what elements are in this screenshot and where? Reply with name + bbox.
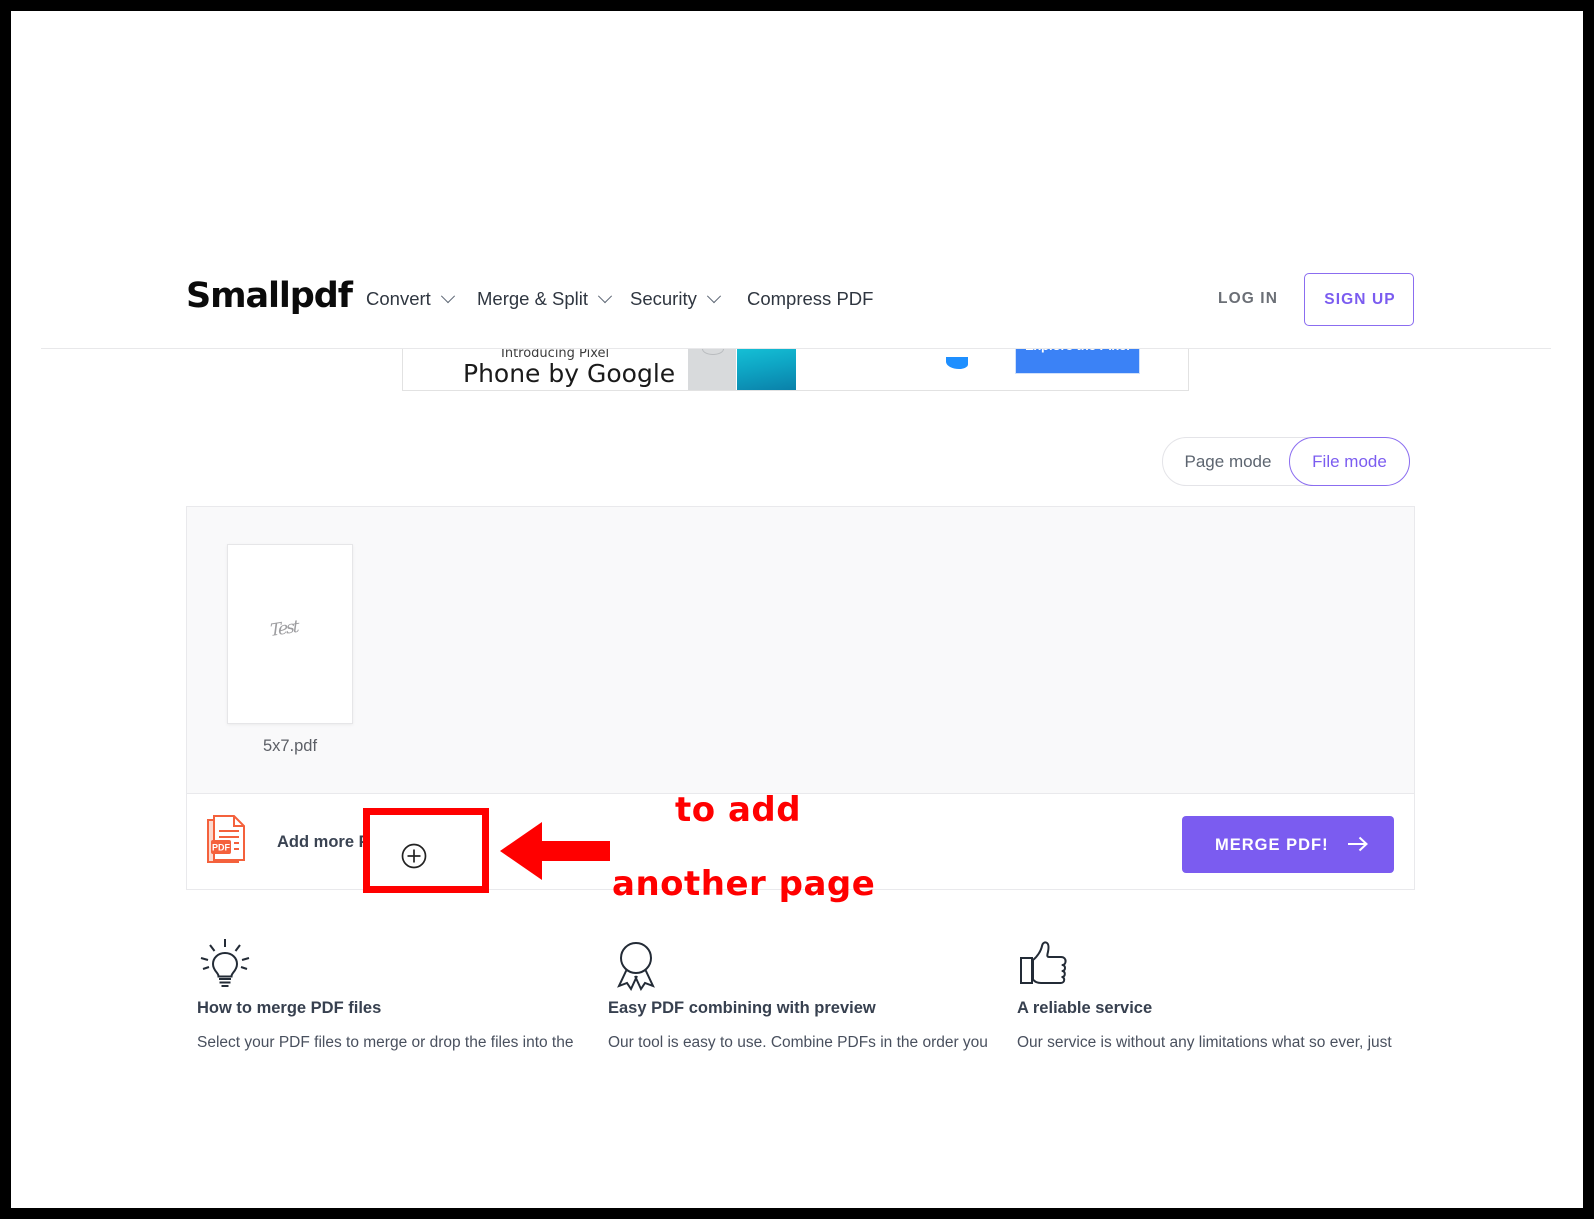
chevron-down-icon: [598, 289, 613, 304]
plus-circle-icon[interactable]: [400, 842, 428, 870]
advertisement-banner[interactable]: Introducing Pixel Phone by Google Explor…: [402, 349, 1189, 391]
left-arrow-annotation: [500, 822, 610, 880]
ad-headline-prefix: Phone by: [463, 359, 587, 388]
annotation-text-line-1: to add: [675, 790, 802, 830]
arrow-right-icon: [1348, 836, 1368, 852]
pdf-file-icon: PDF: [207, 815, 245, 863]
feature-title-easy-combining: Easy PDF combining with preview: [608, 999, 876, 1017]
ad-phone-back: [688, 349, 736, 390]
signup-button[interactable]: SIGN UP: [1304, 273, 1414, 326]
site-header: Smallpdf Convert Merge & Split Security …: [11, 251, 1583, 349]
file-mode-option[interactable]: File mode: [1289, 437, 1410, 486]
chevron-down-icon: [440, 289, 455, 304]
nav-item-compress-pdf[interactable]: Compress PDF: [747, 288, 873, 310]
annotation-text-line-2: another page: [612, 864, 876, 904]
page-bottom-mask: [11, 1051, 1583, 1208]
merge-pdf-button-label: MERGE PDF!: [1215, 836, 1329, 854]
nav-label-merge-split: Merge & Split: [477, 288, 589, 309]
ad-headline: Phone by Google: [463, 359, 675, 388]
screenshot-frame: Smallpdf Convert Merge & Split Security …: [0, 0, 1594, 1219]
thumbnail-content-text: Test: [269, 616, 298, 642]
login-link[interactable]: LOG IN: [1218, 290, 1278, 308]
red-highlight-rectangle: [363, 808, 489, 893]
nav-label-convert: Convert: [366, 288, 431, 309]
chevron-down-icon: [706, 289, 722, 304]
ad-cta-label: Explore the Pixel: [1016, 349, 1139, 353]
ad-phone-image: [688, 349, 796, 390]
lightbulb-icon: [200, 939, 250, 987]
feature-title-how-to-merge: How to merge PDF files: [197, 999, 382, 1017]
smallpdf-logo[interactable]: Smallpdf: [186, 275, 353, 317]
ad-decorative-shape: [946, 357, 968, 369]
file-thumbnail-item[interactable]: Test 5x7.pdf: [227, 544, 353, 755]
file-thumbnail-area: Test 5x7.pdf: [187, 507, 1414, 793]
ad-phone-front: [737, 349, 796, 390]
merge-pdf-button[interactable]: MERGE PDF!: [1182, 816, 1394, 873]
view-mode-toggle[interactable]: Page mode File mode: [1162, 437, 1410, 486]
nav-item-security[interactable]: Security: [630, 288, 722, 310]
page-mode-option[interactable]: Page mode: [1163, 438, 1293, 485]
nav-item-convert[interactable]: Convert: [366, 288, 455, 310]
award-ribbon-icon: [617, 942, 655, 992]
nav-label-security: Security: [630, 288, 697, 309]
file-name-label: 5x7.pdf: [262, 737, 318, 755]
header-content: Smallpdf Convert Merge & Split Security …: [186, 251, 1416, 349]
ad-headline-brand: Google: [587, 359, 676, 388]
nav-item-merge-split[interactable]: Merge & Split: [477, 288, 613, 310]
thumbs-up-icon: [1020, 941, 1067, 984]
signup-button-label: SIGN UP: [1324, 291, 1396, 308]
file-thumbnail-page: Test: [227, 544, 353, 724]
browser-page: Smallpdf Convert Merge & Split Security …: [11, 11, 1583, 1208]
svg-text:PDF: PDF: [212, 843, 231, 853]
ad-cta-button[interactable]: Explore the Pixel: [1016, 349, 1139, 373]
feature-title-reliable-service: A reliable service: [1017, 999, 1153, 1017]
